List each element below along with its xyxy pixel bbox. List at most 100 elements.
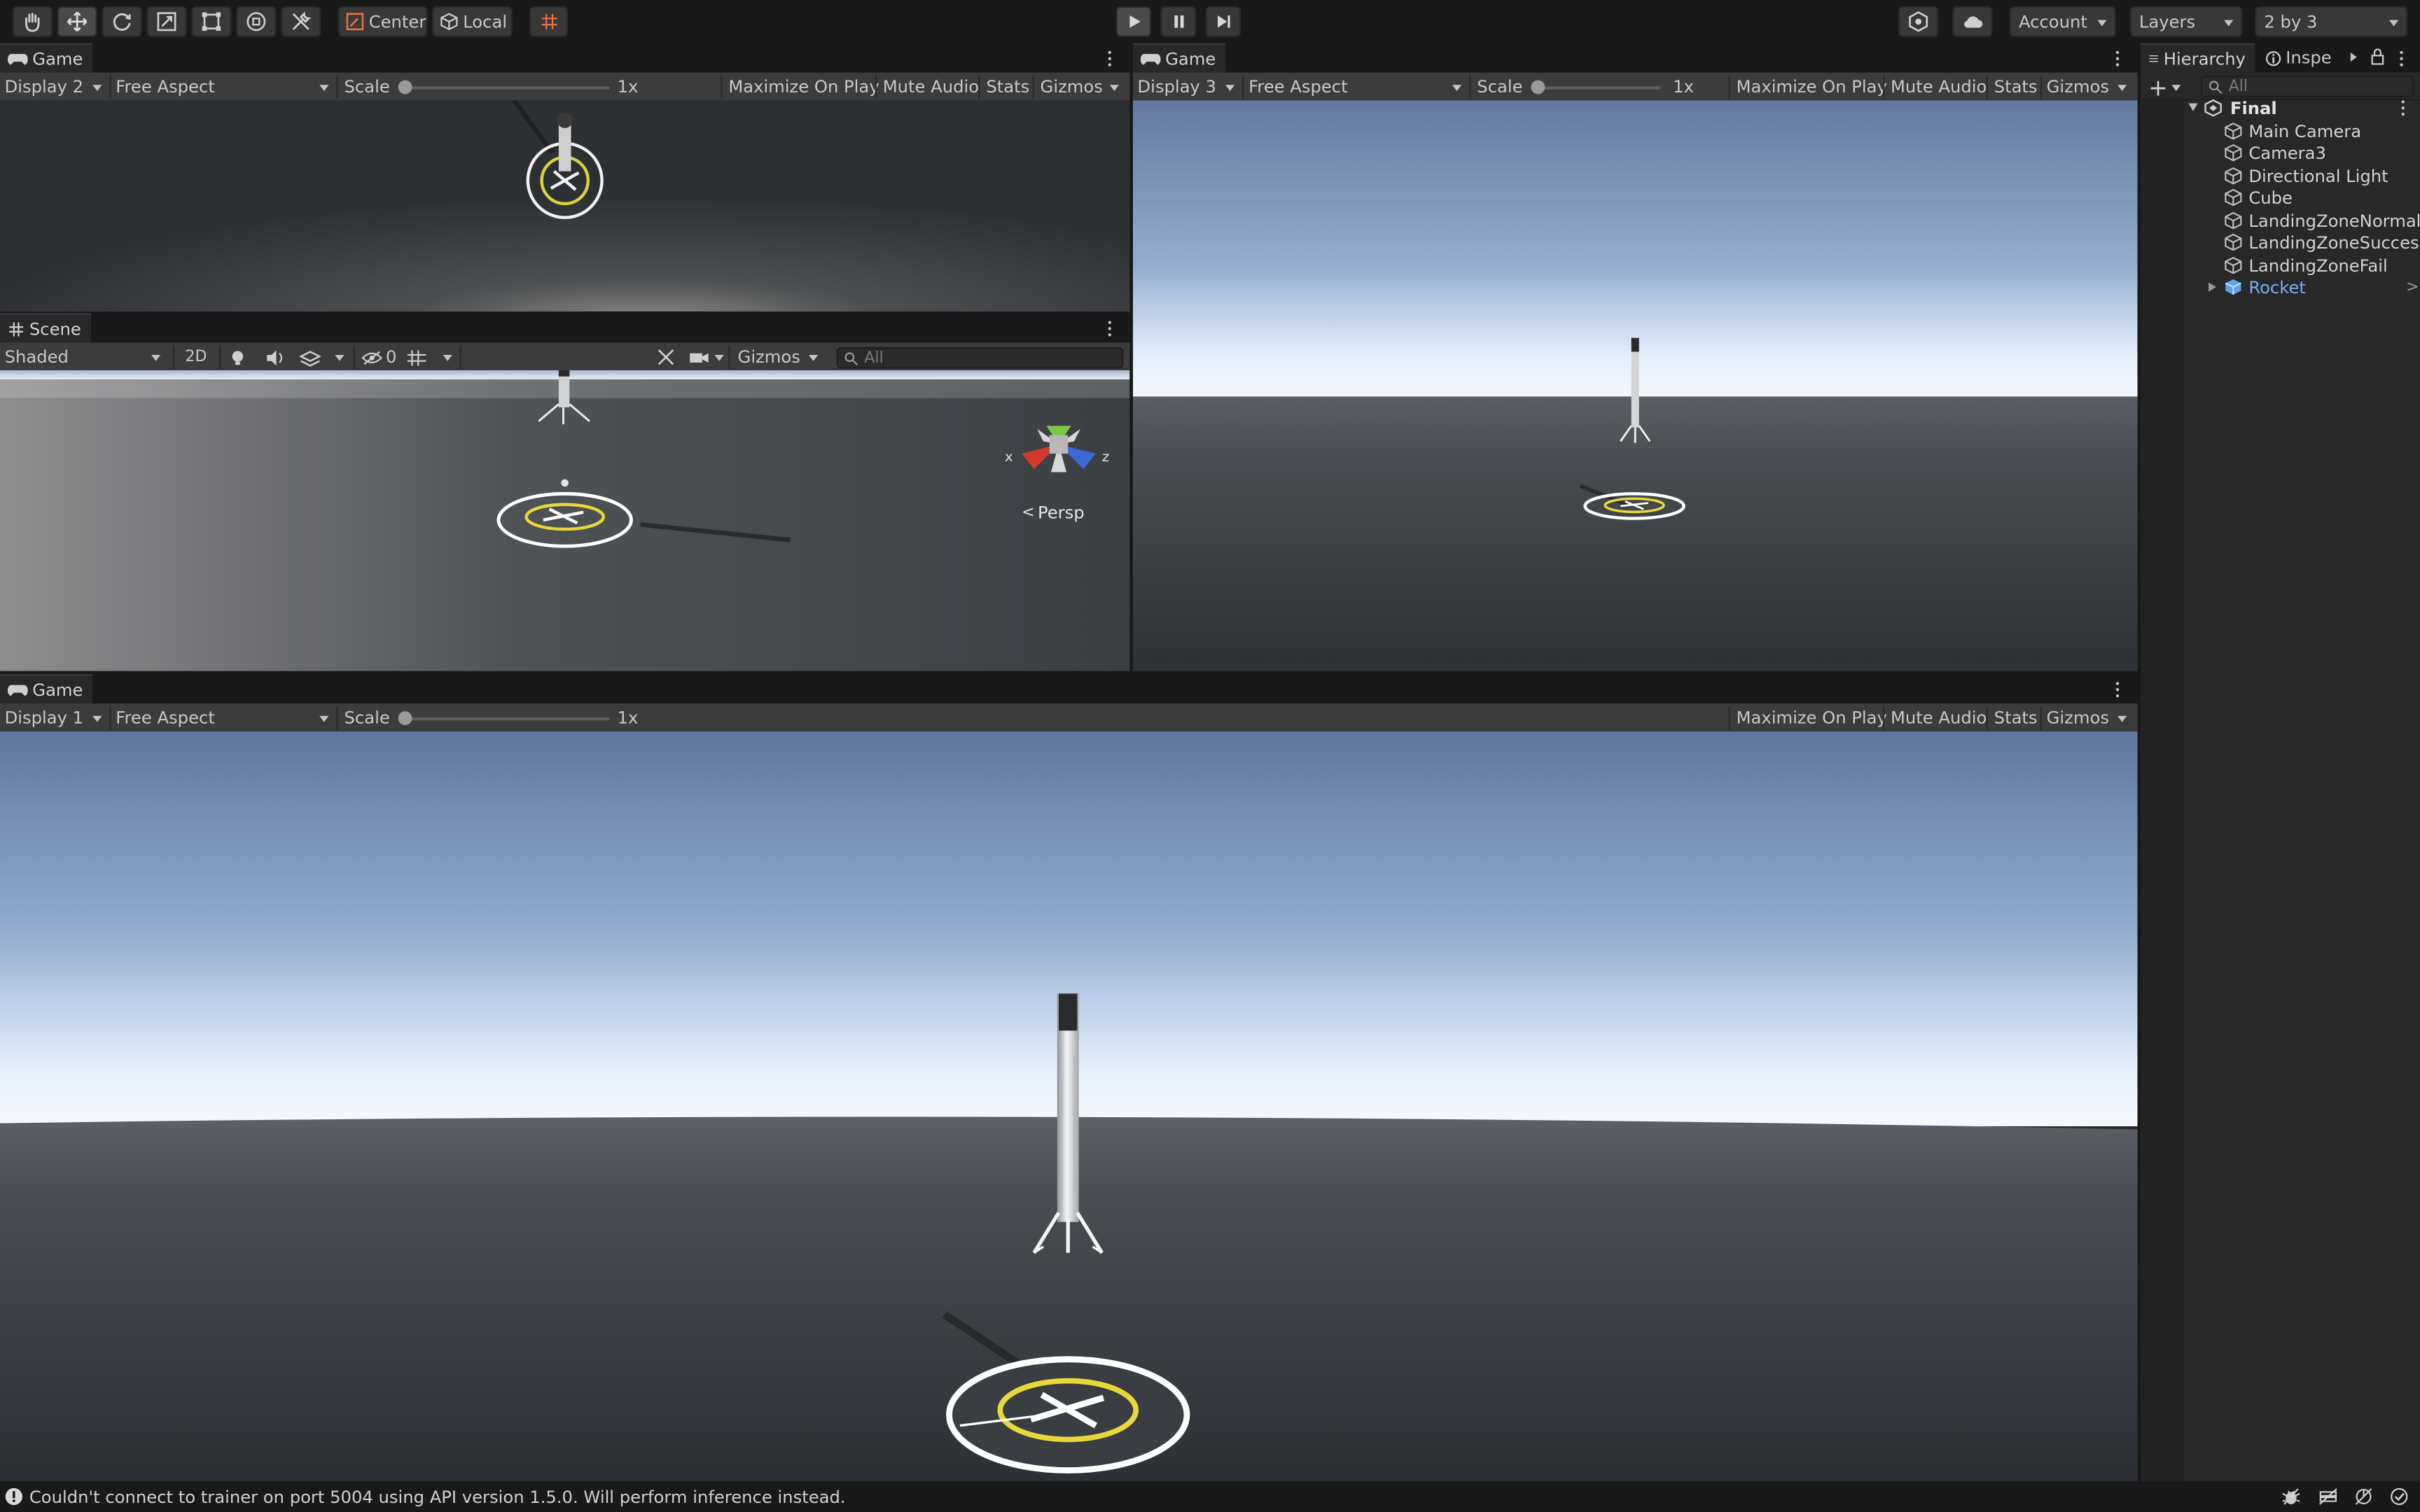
display-dropdown[interactable]: Display 3 [1133,73,1241,102]
mute-audio-toggle[interactable]: Mute Audio [1886,704,1991,733]
tab-game[interactable]: Game [0,674,92,704]
tab-scroll-right-icon[interactable] [2350,52,2357,62]
transform-tool-button[interactable] [236,6,277,37]
game-viewport-display-2[interactable] [0,100,1130,312]
hierarchy-item[interactable]: LandingZoneFail [2141,255,2420,276]
stats-toggle[interactable]: Stats [982,73,1034,102]
hierarchy-item[interactable]: Directional Light [2141,165,2420,187]
scene-gizmos-toggle[interactable]: Gizmos [733,342,805,372]
mute-audio-toggle[interactable]: Mute Audio [878,73,984,102]
panel-menu-icon[interactable] [1102,48,1118,69]
pivot-center-button[interactable]: Center [338,6,428,37]
2d-mode-toggle[interactable]: 2D [181,342,211,372]
progress-spinner-icon[interactable] [2353,1488,2374,1506]
play-button[interactable] [1115,6,1152,37]
scale-slider[interactable] [1537,86,1661,90]
tab-scene[interactable]: Scene [0,313,91,343]
stats-toggle[interactable]: Stats [1989,704,2042,733]
display-dropdown[interactable]: Display 2 [0,73,108,102]
grid-dropdown-icon[interactable] [443,354,452,361]
debug-bug-icon[interactable] [2281,1488,2302,1506]
camera-dropdown-icon[interactable] [714,354,724,361]
gizmos-dropdown-icon[interactable] [808,354,819,361]
scene-visibility-toggle[interactable]: 0 [361,342,396,372]
shading-mode-dropdown[interactable]: Shaded [0,342,167,372]
check-circle-icon[interactable] [2389,1488,2409,1506]
stats-toggle[interactable]: Stats [1989,73,2042,102]
collapse-arrow-icon[interactable] [2209,282,2217,292]
hand-tool-button[interactable] [12,6,53,37]
display-dropdown[interactable]: Display 1 [0,704,108,733]
hierarchy-search-input[interactable]: All [2201,75,2414,97]
cloud-button[interactable] [1952,6,1993,37]
tab-game[interactable]: Game [1132,43,1225,73]
audio-toggle[interactable] [265,342,286,372]
account-dropdown[interactable]: Account [2009,6,2116,37]
camera-settings-button[interactable] [688,342,710,372]
scene-viewport[interactable]: x z < Persp [0,370,1130,671]
scale-slider-handle[interactable] [398,711,412,725]
maximize-on-play-toggle[interactable]: Maximize On Play [1732,73,1892,102]
pause-button[interactable] [1160,6,1197,37]
panel-menu-icon[interactable] [2110,679,2125,701]
scene-search-input[interactable]: All [836,346,1124,369]
open-prefab-chevron-icon[interactable]: > [2406,279,2419,296]
scale-slider[interactable] [403,717,610,721]
aspect-dropdown[interactable]: Free Aspect [111,704,335,733]
hierarchy-item[interactable]: LandingZoneSuccess [2141,232,2420,253]
gizmos-toggle[interactable]: Gizmos [1036,73,1108,102]
maximize-on-play-toggle[interactable]: Maximize On Play [724,73,884,102]
cache-server-icon[interactable] [2318,1488,2339,1506]
collab-button[interactable] [1898,6,1939,37]
hierarchy-gutter [2141,100,2184,1481]
scale-slider-handle[interactable] [1531,80,1545,94]
gizmos-dropdown-icon[interactable] [2117,85,2127,92]
scale-slider-handle[interactable] [398,80,412,94]
rotate-tool-button[interactable] [102,6,142,37]
gizmos-toggle[interactable]: Gizmos [2042,704,2114,733]
hierarchy-item-prefab[interactable]: Rocket > [2141,276,2420,298]
aspect-dropdown[interactable]: Free Aspect [111,73,335,102]
scale-tool-button[interactable] [146,6,187,37]
tab-inspector[interactable]: Inspe [2258,43,2341,73]
scene-root-row[interactable]: Final [2141,97,2420,119]
chevron-down-icon[interactable] [2171,85,2181,92]
tab-hierarchy[interactable]: Hierarchy [2141,43,2255,73]
maximize-on-play-toggle[interactable]: Maximize On Play [1732,704,1892,733]
aspect-dropdown[interactable]: Free Aspect [1244,73,1468,102]
gizmos-toggle[interactable]: Gizmos [2042,73,2114,102]
pivot-local-button[interactable]: Local [432,6,513,37]
scene-menu-icon[interactable] [2395,97,2411,119]
scene-tools-button[interactable] [656,342,676,372]
tab-game[interactable]: Game [0,43,92,73]
game-viewport-display-1[interactable] [0,731,2138,1481]
lighting-toggle[interactable] [228,342,246,372]
hierarchy-item[interactable]: Main Camera [2141,120,2420,142]
layers-dropdown[interactable]: Layers [2129,6,2243,37]
step-button[interactable] [1205,6,1242,37]
hierarchy-item[interactable]: Cube [2141,187,2420,209]
scale-slider[interactable] [403,86,610,90]
hand-icon [25,13,40,32]
hierarchy-item[interactable]: Camera3 [2141,142,2420,164]
mute-audio-toggle[interactable]: Mute Audio [1886,73,1991,102]
game-viewport-display-3[interactable] [1132,100,2138,671]
effects-dropdown-icon[interactable] [335,354,345,361]
panel-menu-icon[interactable] [2394,48,2409,69]
grid-toggle[interactable] [406,342,428,372]
status-message[interactable]: Couldn't connect to trainer on port 5004… [29,1487,846,1507]
effects-toggle[interactable] [299,342,321,372]
gizmos-dropdown-icon[interactable] [1109,85,1119,92]
custom-tool-button[interactable] [281,6,321,37]
rect-tool-button[interactable] [191,6,232,37]
grid-snap-button[interactable] [529,6,569,37]
hierarchy-item[interactable]: LandingZoneNormal [2141,210,2420,232]
gizmos-dropdown-icon[interactable] [2117,715,2127,722]
panel-menu-icon[interactable] [2110,48,2125,69]
layout-dropdown[interactable]: 2 by 3 [2255,6,2408,37]
move-tool-button[interactable] [57,6,97,37]
expand-arrow-icon[interactable] [2188,103,2198,111]
projection-toggle[interactable]: < Persp [1022,503,1085,524]
lock-icon[interactable] [2370,48,2384,65]
panel-menu-icon[interactable] [1102,318,1118,340]
